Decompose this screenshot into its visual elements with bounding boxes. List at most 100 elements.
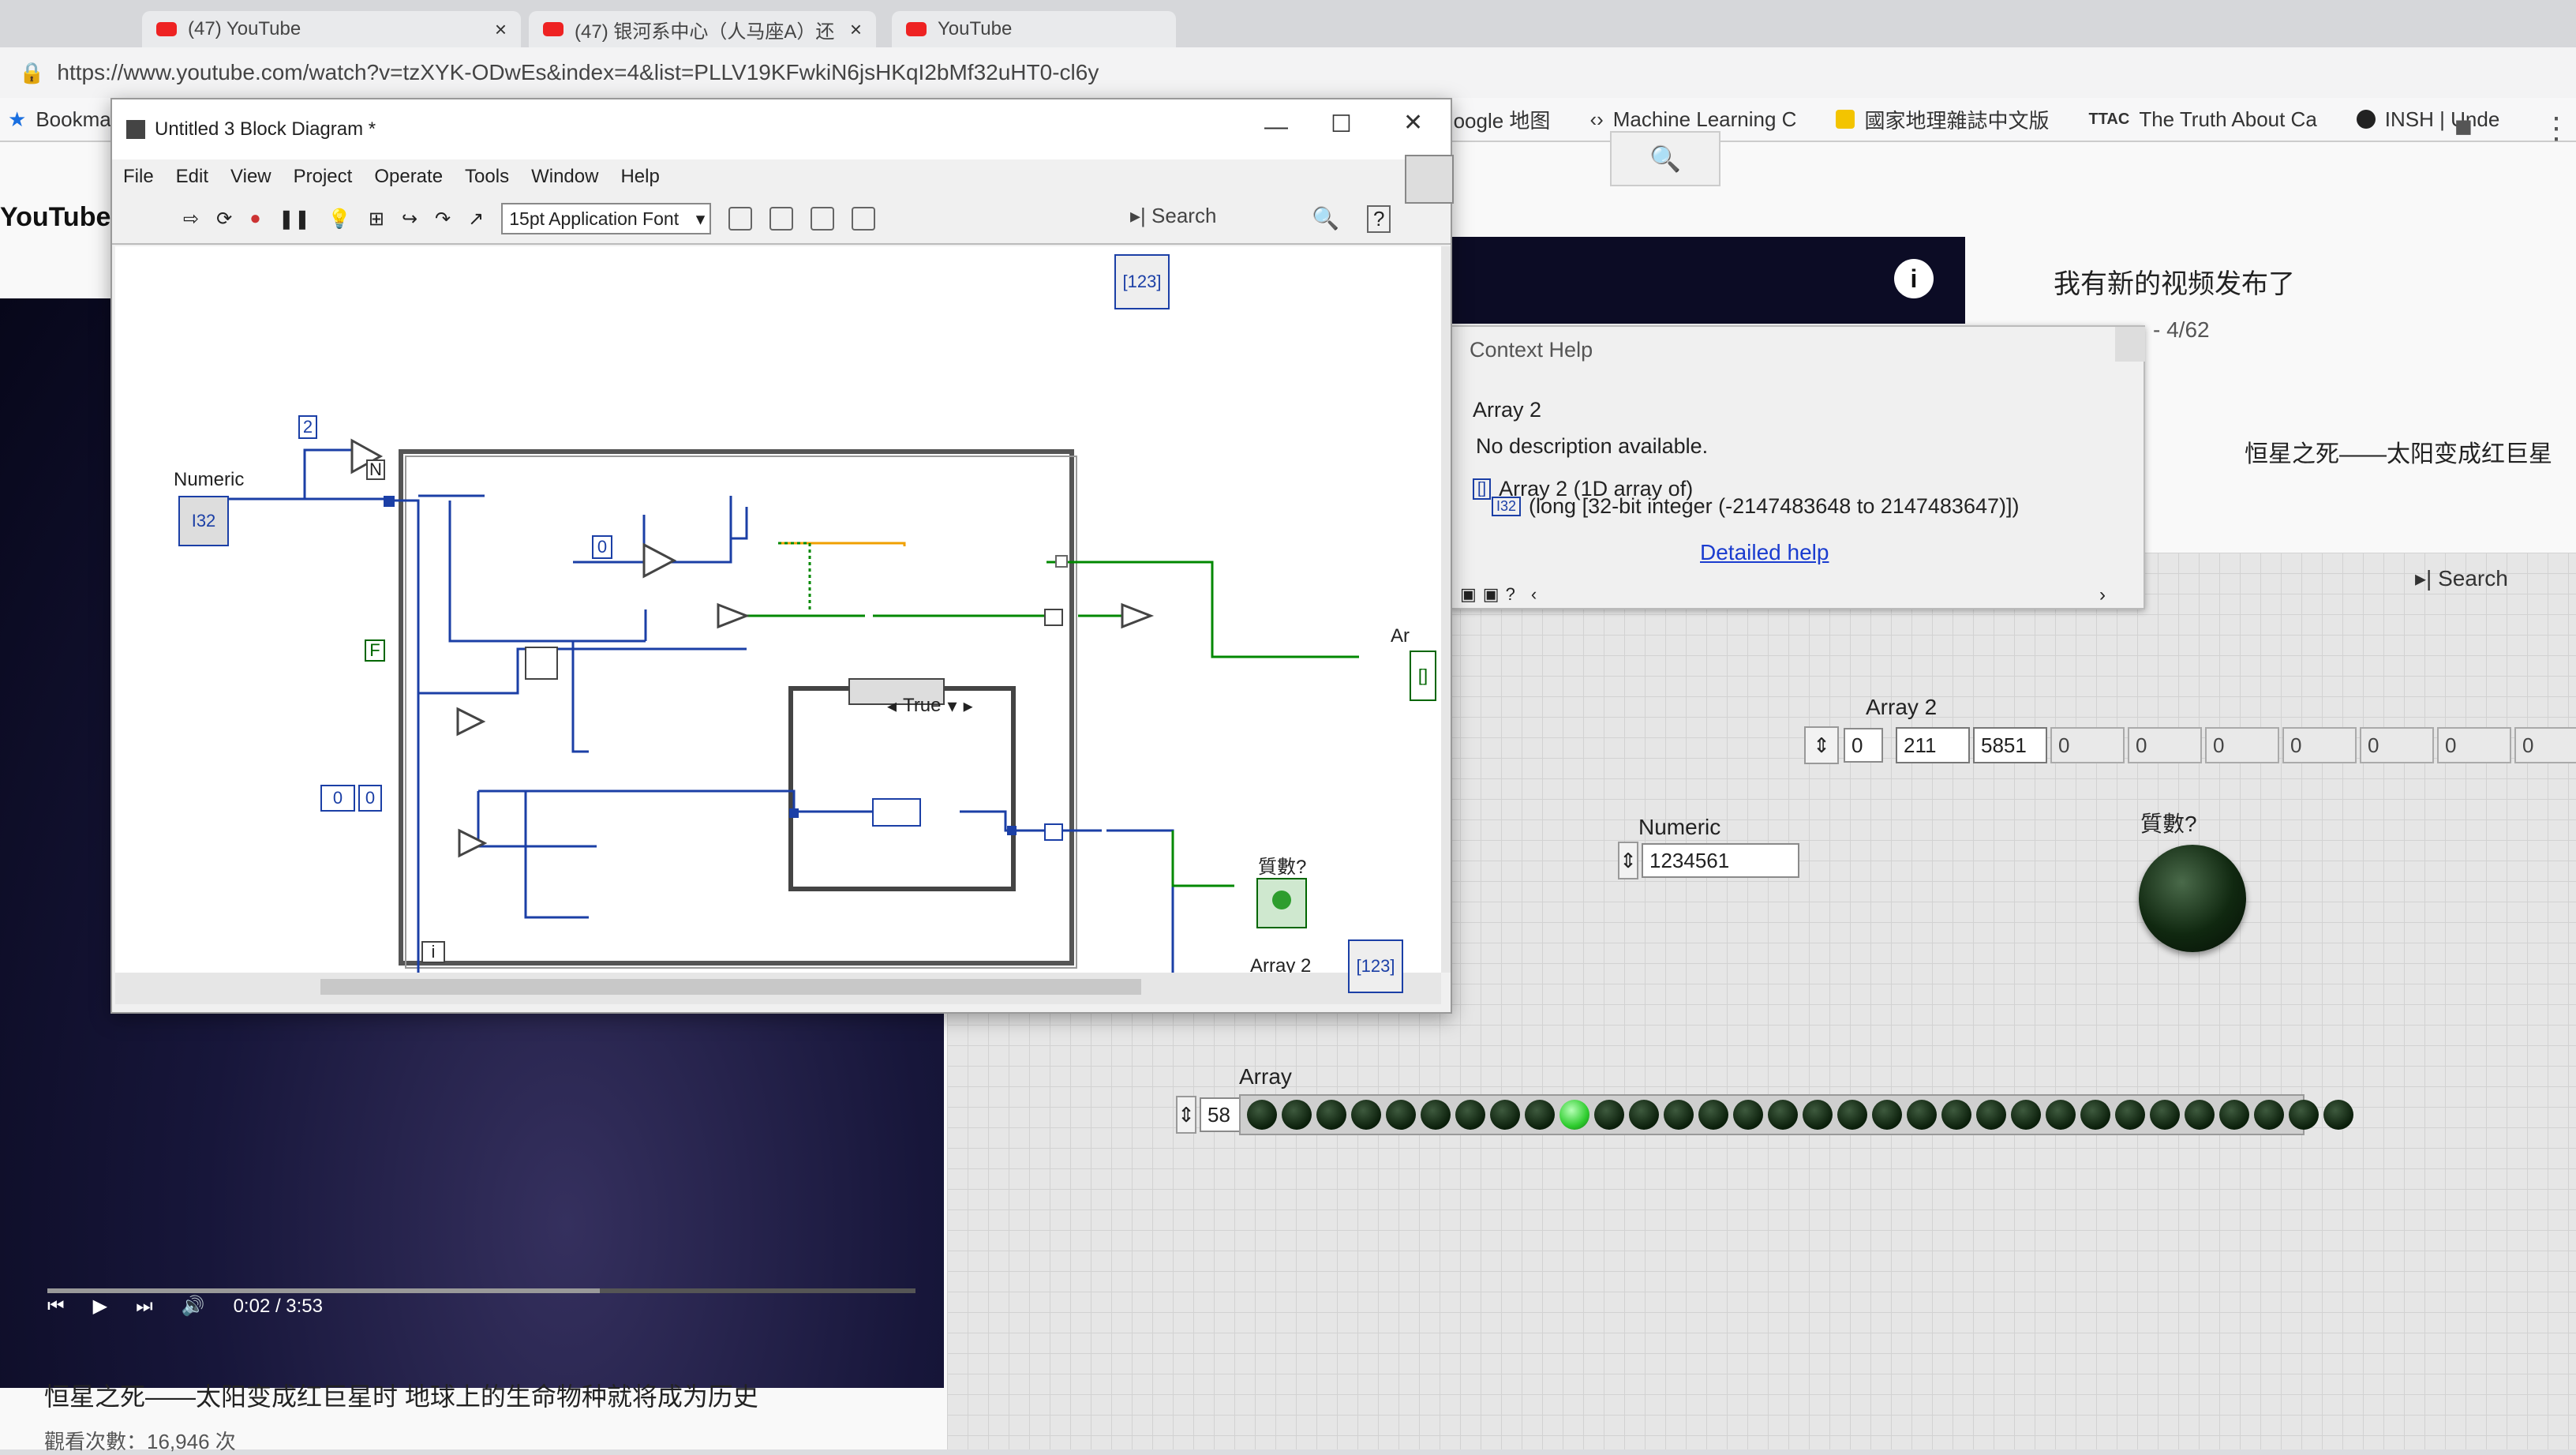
menu-project[interactable]: Project xyxy=(294,166,353,188)
menu-edit[interactable]: Edit xyxy=(176,166,208,188)
link-icon[interactable]: ▣ xyxy=(1483,584,1500,605)
bookmark-item[interactable]: 國家地理雜誌中文版 xyxy=(1836,105,2049,134)
run-continuous-icon[interactable]: ⟳ xyxy=(216,208,232,231)
led-element[interactable] xyxy=(2080,1100,2110,1130)
increment-node[interactable] xyxy=(456,707,486,737)
led-element[interactable] xyxy=(1351,1100,1381,1130)
abort-icon[interactable]: ● xyxy=(249,208,261,230)
led-element[interactable] xyxy=(1941,1100,1971,1130)
led-element[interactable] xyxy=(1490,1100,1520,1130)
led-element[interactable] xyxy=(2185,1100,2215,1130)
tab-galaxy[interactable]: (47) 银河系中心（人马座A）还 × xyxy=(529,11,876,47)
align-icon[interactable] xyxy=(728,207,753,231)
prime-led[interactable] xyxy=(2139,845,2246,952)
minimize-button[interactable]: — xyxy=(1264,114,1288,141)
const-two[interactable]: 2 xyxy=(298,415,317,439)
led-element[interactable] xyxy=(1907,1100,1937,1130)
apps-icon[interactable]: ⋮⋮ xyxy=(2541,111,2576,146)
led-element[interactable] xyxy=(1976,1100,2006,1130)
led-element[interactable] xyxy=(1733,1100,1763,1130)
tab-youtube[interactable]: (47) YouTube × xyxy=(142,11,521,47)
chevron-down-icon[interactable]: ▾ xyxy=(948,695,957,718)
led-element[interactable] xyxy=(1559,1100,1589,1130)
array2-index[interactable]: 0 xyxy=(1844,728,1883,763)
led-element[interactable] xyxy=(1316,1100,1346,1130)
previous-icon[interactable]: ⏮ xyxy=(47,1296,65,1318)
menu-file[interactable]: File xyxy=(123,166,154,188)
youtube-logo[interactable]: YouTube xyxy=(0,202,110,233)
chevron-left-icon[interactable]: ◂ xyxy=(887,695,897,718)
quotient-remainder-node[interactable] xyxy=(525,647,558,680)
close-icon[interactable]: × xyxy=(495,17,507,42)
led-element[interactable] xyxy=(2011,1100,2041,1130)
close-icon[interactable]: × xyxy=(850,17,862,42)
init-array-const[interactable]: 0 0 xyxy=(320,785,382,812)
detailed-help-link[interactable]: Detailed help xyxy=(1700,540,1829,565)
array-index[interactable]: 58 xyxy=(1200,1097,1241,1132)
iteration-terminal[interactable]: i xyxy=(421,941,445,963)
led-element[interactable] xyxy=(1664,1100,1694,1130)
address-bar[interactable]: 🔒 https://www.youtube.com/watch?v=tzXYK-… xyxy=(0,47,2576,98)
tab-youtube-2[interactable]: YouTube xyxy=(892,11,1176,47)
vi-icon[interactable] xyxy=(1405,155,1454,204)
chevron-right-icon[interactable]: ▸ xyxy=(964,695,973,718)
build-array-node[interactable] xyxy=(872,798,921,827)
not-node[interactable] xyxy=(1121,602,1155,629)
cleanup-icon[interactable] xyxy=(852,207,876,231)
step-into-icon[interactable]: ↪ xyxy=(402,208,417,231)
volume-icon[interactable]: 🔊 xyxy=(182,1295,205,1318)
context-help-icon[interactable]: ? xyxy=(1367,205,1391,233)
numeric-terminal[interactable]: I32 xyxy=(178,496,229,546)
led-element[interactable] xyxy=(1421,1100,1451,1130)
array-bool-terminal[interactable]: [] xyxy=(1410,651,1436,701)
array-index-spinner[interactable]: ⇕ xyxy=(1176,1096,1196,1134)
step-out-icon[interactable]: ↗ xyxy=(468,208,484,231)
increment-node-2[interactable] xyxy=(458,828,488,858)
led-element[interactable] xyxy=(1629,1100,1659,1130)
led-element[interactable] xyxy=(2323,1100,2353,1130)
video-progress-bar[interactable] xyxy=(47,1288,915,1293)
array-indicator-terminal[interactable]: [123] xyxy=(1114,254,1170,309)
help-icon[interactable]: ? xyxy=(1506,584,1515,605)
or-node[interactable] xyxy=(717,602,751,629)
led-element[interactable] xyxy=(2046,1100,2076,1130)
case-structure[interactable] xyxy=(788,686,1016,891)
led-element[interactable] xyxy=(1803,1100,1833,1130)
bd-horizontal-scrollbar[interactable] xyxy=(115,973,1441,1004)
lock-icon[interactable]: ▣ xyxy=(1460,584,1477,605)
led-element[interactable] xyxy=(1837,1100,1867,1130)
loop-count-terminal[interactable]: N xyxy=(366,459,385,480)
bookmark-item[interactable]: INSH | Unde xyxy=(2356,107,2499,132)
led-element[interactable] xyxy=(1455,1100,1485,1130)
reorder-icon[interactable] xyxy=(811,207,835,231)
retain-icon[interactable]: ⊞ xyxy=(369,208,384,231)
led-element[interactable] xyxy=(2219,1100,2249,1130)
bookmark-item[interactable]: TTAC The Truth About Ca xyxy=(2088,107,2316,132)
menu-operate[interactable]: Operate xyxy=(374,166,443,188)
numeric-value[interactable]: 1234561 xyxy=(1642,843,1799,878)
play-icon[interactable]: ▶ xyxy=(93,1295,107,1318)
distribute-icon[interactable] xyxy=(769,207,794,231)
bookmark-item[interactable]: ‹› Machine Learning C xyxy=(1589,107,1796,132)
array2-index-spinner[interactable]: ⇕ xyxy=(1804,726,1839,764)
bd-vertical-scrollbar[interactable] xyxy=(1441,246,1451,973)
bd-canvas[interactable]: Numeric I32 2 0 N F i 0 0 ◂ True ▾ ▸ [12… xyxy=(115,246,1441,1012)
font-select[interactable]: 15pt Application Font ▾ xyxy=(501,203,712,234)
menu-view[interactable]: View xyxy=(230,166,271,188)
yt-search-button[interactable]: 🔍 xyxy=(1610,131,1720,186)
pause-icon[interactable]: ❚❚ xyxy=(279,208,310,231)
const-false[interactable]: F xyxy=(365,639,385,662)
fp-search[interactable]: ▸| Search xyxy=(2415,565,2508,591)
next-icon[interactable]: ⏭ xyxy=(136,1296,153,1318)
close-button[interactable]: ✕ xyxy=(1403,109,1423,137)
const-zero[interactable]: 0 xyxy=(592,535,612,559)
maximize-button[interactable]: ☐ xyxy=(1331,111,1352,138)
led-element[interactable] xyxy=(1698,1100,1728,1130)
menu-help[interactable]: Help xyxy=(620,166,659,188)
run-icon[interactable]: ⇨ xyxy=(183,208,199,231)
led-element[interactable] xyxy=(1872,1100,1902,1130)
chevron-left-icon[interactable]: ‹ xyxy=(1531,584,1537,605)
url-text[interactable]: https://www.youtube.com/watch?v=tzXYK-OD… xyxy=(57,60,1099,85)
bool-terminal[interactable] xyxy=(1256,878,1307,928)
ctx-scroll-top[interactable] xyxy=(2115,327,2145,362)
